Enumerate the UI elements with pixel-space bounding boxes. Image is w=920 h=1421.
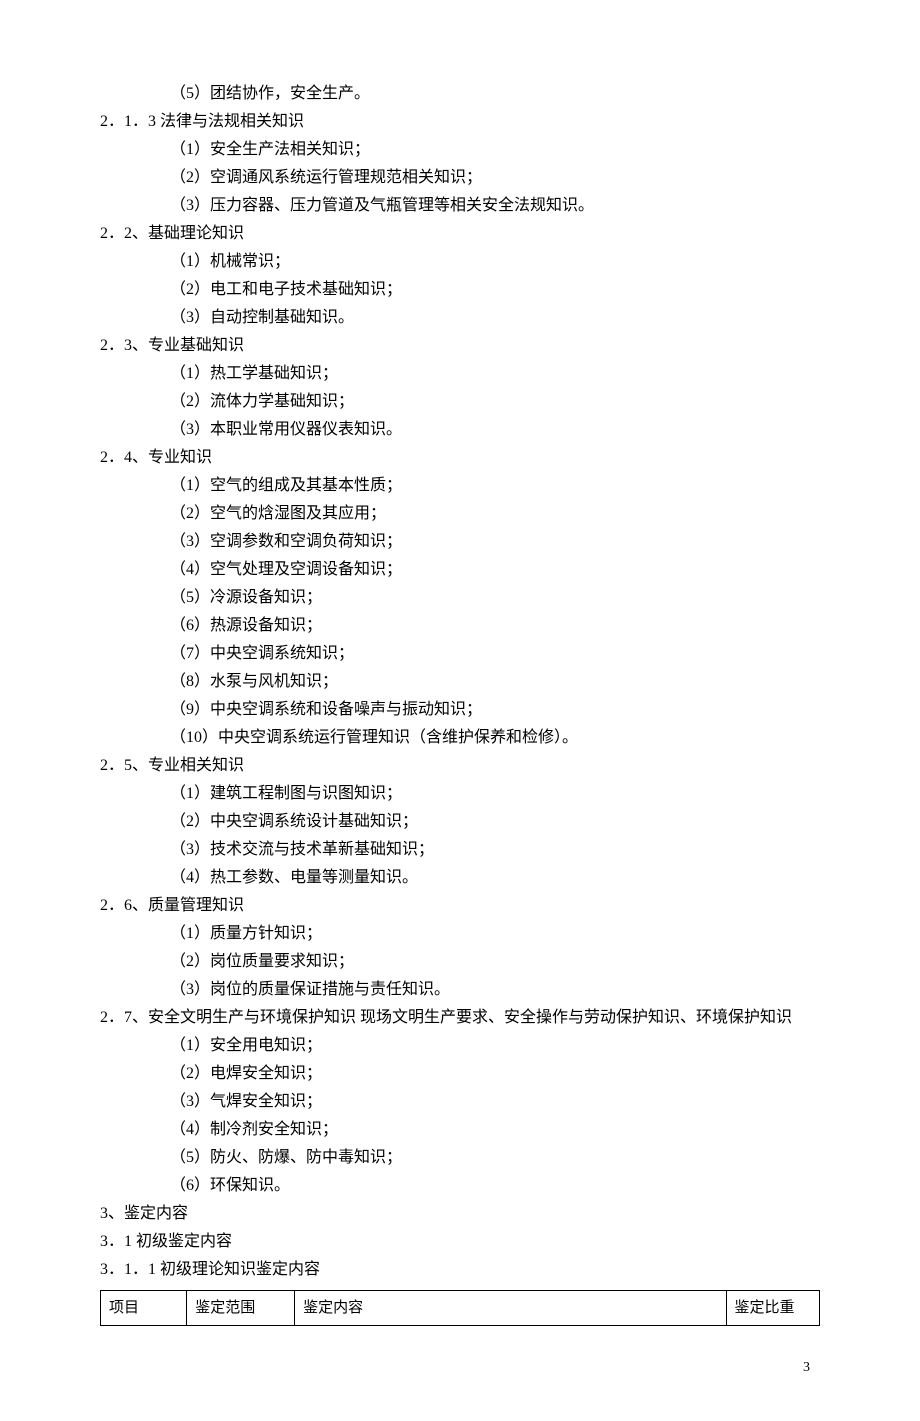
text-line: 2．6、质量管理知识 [100,892,820,920]
text-line: （10）中央空调系统运行管理知识（含维护保养和检修）。 [100,724,820,752]
text-line: （9）中央空调系统和设备噪声与振动知识； [100,696,820,724]
text-line: （2）空气的焓湿图及其应用； [100,500,820,528]
text-line: （3）技术交流与技术革新基础知识； [100,836,820,864]
text-line: （6）环保知识。 [100,1172,820,1200]
text-line: （4）空气处理及空调设备知识； [100,556,820,584]
text-line: （5）防火、防爆、防中毒知识； [100,1144,820,1172]
text-line: （5）冷源设备知识； [100,584,820,612]
text-line: （4）热工参数、电量等测量知识。 [100,864,820,892]
text-line: （3）本职业常用仪器仪表知识。 [100,416,820,444]
text-line: （2）空调通风系统运行管理规范相关知识； [100,164,820,192]
text-line: （2）中央空调系统设计基础知识； [100,808,820,836]
header-scope: 鉴定范围 [187,1291,295,1326]
text-line: （5）团结协作，安全生产。 [100,80,820,108]
text-line: 2．4、专业知识 [100,444,820,472]
text-line: 2．5、专业相关知识 [100,752,820,780]
text-line: （8）水泵与风机知识； [100,668,820,696]
text-line: （1）热工学基础知识； [100,360,820,388]
text-line: 3、鉴定内容 [100,1200,820,1228]
text-line: （2）流体力学基础知识； [100,388,820,416]
text-line: 3．1 初级鉴定内容 [100,1228,820,1256]
text-line: （3）自动控制基础知识。 [100,304,820,332]
text-line: （1）安全用电知识； [100,1032,820,1060]
text-line: （7）中央空调系统知识； [100,640,820,668]
text-line: （1）建筑工程制图与识图知识； [100,780,820,808]
page-number: 3 [100,1356,820,1381]
text-line: 2．3、专业基础知识 [100,332,820,360]
header-weight: 鉴定比重 [726,1291,819,1326]
text-line: （1）质量方针知识； [100,920,820,948]
assessment-table: 项目 鉴定范围 鉴定内容 鉴定比重 [100,1290,820,1326]
text-line: （3）压力容器、压力管道及气瓶管理等相关安全法规知识。 [100,192,820,220]
document-body: （5）团结协作，安全生产。2．1．3 法律与法规相关知识（1）安全生产法相关知识… [100,80,820,1284]
text-line: （2）电工和电子技术基础知识； [100,276,820,304]
text-line: 2．2、基础理论知识 [100,220,820,248]
text-line: （1）空气的组成及其基本性质； [100,472,820,500]
text-line: （6）热源设备知识； [100,612,820,640]
text-line: （3）空调参数和空调负荷知识； [100,528,820,556]
table-header-row: 项目 鉴定范围 鉴定内容 鉴定比重 [101,1291,820,1326]
text-line: （1）机械常识； [100,248,820,276]
text-line: （4）制冷剂安全知识； [100,1116,820,1144]
text-line: 3．1．1 初级理论知识鉴定内容 [100,1256,820,1284]
header-item: 项目 [101,1291,187,1326]
text-line: （2）电焊安全知识； [100,1060,820,1088]
text-line: （3）岗位的质量保证措施与责任知识。 [100,976,820,1004]
text-line: 2．7、安全文明生产与环境保护知识 现场文明生产要求、安全操作与劳动保护知识、环… [100,1004,820,1032]
text-line: （3）气焊安全知识； [100,1088,820,1116]
text-line: （1）安全生产法相关知识； [100,136,820,164]
text-line: 2．1．3 法律与法规相关知识 [100,108,820,136]
text-line: （2）岗位质量要求知识； [100,948,820,976]
header-content: 鉴定内容 [295,1291,726,1326]
